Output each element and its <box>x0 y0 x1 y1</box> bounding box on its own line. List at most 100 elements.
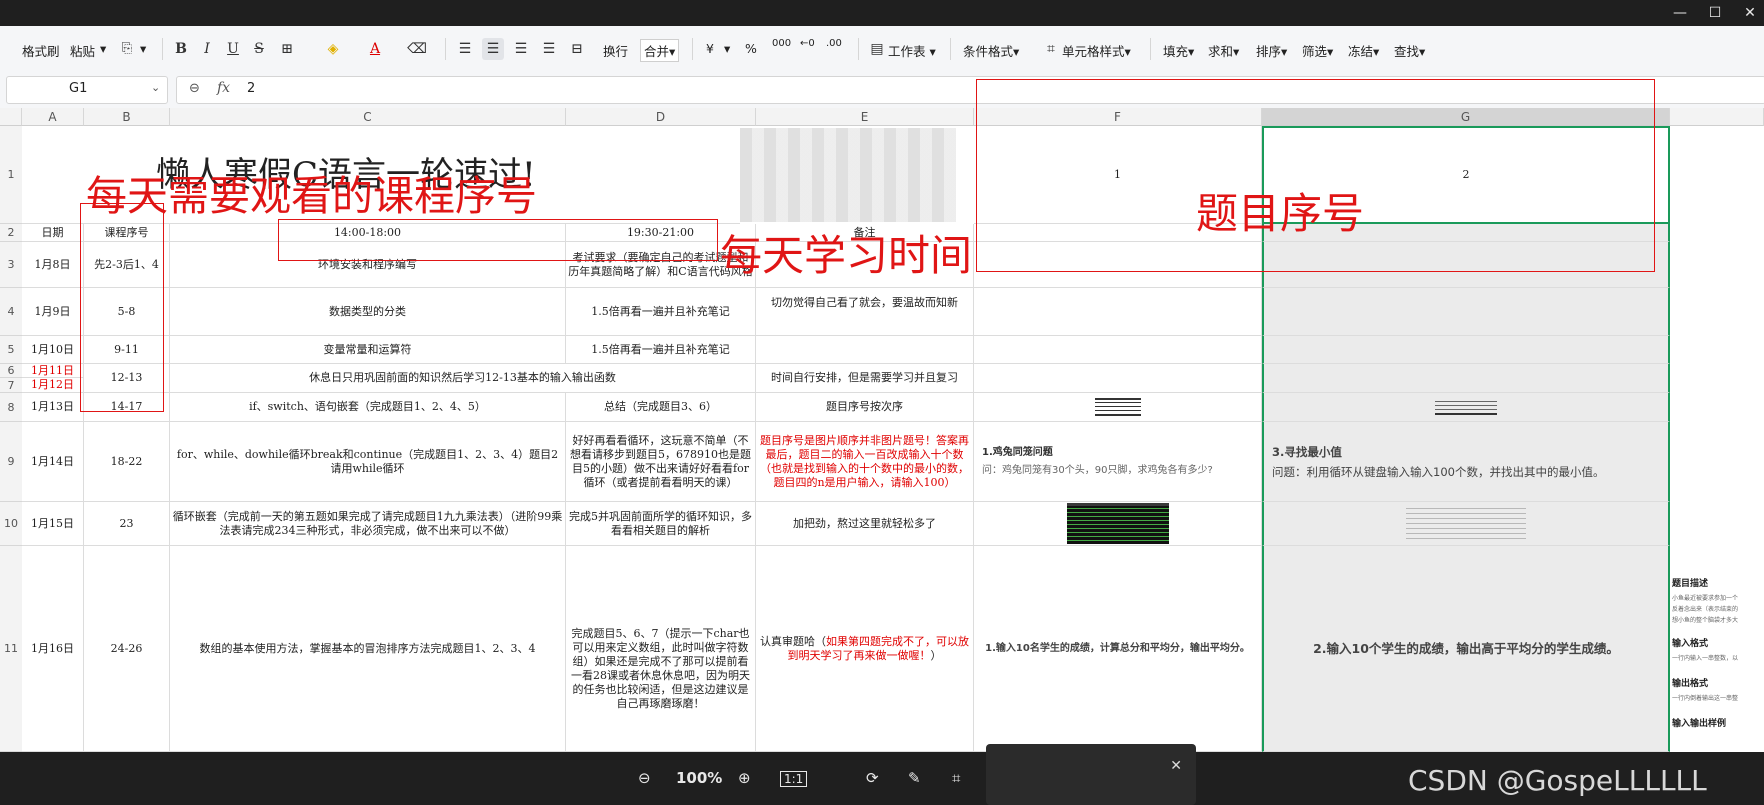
cell-e4[interactable]: 切勿觉得自己看了就会，要温故而知新 <box>756 288 974 336</box>
cell-g9[interactable]: 3.寻找最小值 问题：利用循环从键盘输入输入100个数，并找出其中的最小值。 <box>1262 422 1670 502</box>
actual-size-button[interactable]: 1:1 <box>780 771 808 787</box>
cell-g10[interactable] <box>1262 502 1670 546</box>
sort-button[interactable]: 排序▾ <box>1256 41 1287 60</box>
font-color-icon[interactable]: A <box>364 38 386 60</box>
cell-f11[interactable]: 1.输入10名学生的成绩，计算总分和平均分，输出平均分。 <box>974 546 1262 752</box>
row-header-10[interactable]: 10 <box>0 502 22 546</box>
cell-d4[interactable]: 1.5倍再看一遍并且补充笔记 <box>566 288 756 336</box>
cell-d10[interactable]: 完成5并巩固前面所学的循环知识，多看看相关题目的解析 <box>566 502 756 546</box>
cell-e8[interactable]: 题目序号按次序 <box>756 393 974 422</box>
column-header-a[interactable]: A <box>22 108 84 126</box>
freeze-button[interactable]: 冻结▾ <box>1348 41 1379 60</box>
cell-d8[interactable]: 总结（完成题目3、6） <box>566 393 756 422</box>
clipboard-dropdown-icon[interactable]: ▾ <box>140 41 146 56</box>
cell-e5[interactable] <box>756 336 974 364</box>
percent-button[interactable]: % <box>745 41 757 56</box>
decrease-decimal-icon[interactable]: .00 <box>826 38 842 49</box>
cell-g4[interactable] <box>1262 288 1670 336</box>
header-date[interactable]: 日期 <box>22 224 84 242</box>
distribute-icon[interactable]: ⊟ <box>566 38 588 60</box>
cell-a3[interactable]: 1月8日 <box>22 242 84 288</box>
cell-c4[interactable]: 数据类型的分类 <box>170 288 566 336</box>
merge-button[interactable]: 合并▾ <box>640 39 680 62</box>
cell-a9[interactable]: 1月14日 <box>22 422 84 502</box>
cell-b10[interactable]: 23 <box>84 502 170 546</box>
cell-e10[interactable]: 加把劲，熬过这里就轻松多了 <box>756 502 974 546</box>
paste-button[interactable]: 粘贴 <box>70 41 95 60</box>
row-header-3[interactable]: 3 <box>0 242 22 288</box>
chevron-down-icon[interactable]: ⌄ <box>151 81 160 94</box>
cell-e11[interactable]: 认真审题哈（如果第四题完成不了，可以放到明天学习了再来做一做喔！） <box>756 546 974 752</box>
zoom-out-icon[interactable]: ⊖ <box>638 769 651 787</box>
column-header-c[interactable]: C <box>170 108 566 126</box>
cell-g8[interactable] <box>1262 393 1670 422</box>
italic-button[interactable]: I <box>196 38 218 60</box>
find-button[interactable]: 查找▾ <box>1394 41 1425 60</box>
column-header-e[interactable]: E <box>756 108 974 126</box>
edit-icon[interactable]: ✎ <box>908 769 921 787</box>
column-header-d[interactable]: D <box>566 108 756 126</box>
zoom-lens-icon[interactable]: ⊖ <box>189 81 200 96</box>
cell-d5[interactable]: 1.5倍再看一遍并且补充笔记 <box>566 336 756 364</box>
cell-c9[interactable]: for、while、dowhile循环break和continue（完成题目1、… <box>170 422 566 502</box>
fx-icon[interactable]: fx <box>217 80 230 96</box>
underline-button[interactable]: U <box>222 38 244 60</box>
cell-f6[interactable] <box>974 364 1262 393</box>
cell-style-button[interactable]: 单元格样式▾ <box>1062 41 1131 60</box>
cell-a4[interactable]: 1月9日 <box>22 288 84 336</box>
align-center-icon[interactable]: ☰ <box>482 38 504 60</box>
row-header-6[interactable]: 6 <box>0 364 22 378</box>
align-right-icon[interactable]: ☰ <box>510 38 532 60</box>
eraser-icon[interactable]: ⌫ <box>406 38 428 60</box>
row-header-11[interactable]: 11 <box>0 546 22 752</box>
cell-a6[interactable]: 1月11日 <box>22 364 84 378</box>
wrap-text-button[interactable]: 换行 <box>603 41 628 60</box>
cell-g5[interactable] <box>1262 336 1670 364</box>
cell-f4[interactable] <box>974 288 1262 336</box>
row-header-8[interactable]: 8 <box>0 393 22 422</box>
cell-a10[interactable]: 1月15日 <box>22 502 84 546</box>
row-header-7[interactable]: 7 <box>0 378 22 393</box>
strikethrough-button[interactable]: S <box>248 38 270 60</box>
filter-button[interactable]: 筛选▾ <box>1302 41 1333 60</box>
name-box[interactable]: G1 ⌄ <box>6 76 168 104</box>
cell-c11[interactable]: 数组的基本使用方法，掌握基本的冒泡排序方法完成题目1、2、3、4 <box>170 546 566 752</box>
cell-c8[interactable]: if、switch、语句嵌套（完成题目1、2、4、5） <box>170 393 566 422</box>
row-header-5[interactable]: 5 <box>0 336 22 364</box>
close-icon[interactable]: ✕ <box>1735 4 1764 22</box>
fill-color-icon[interactable]: ◈ <box>322 38 344 60</box>
select-all-corner[interactable] <box>0 108 22 126</box>
cell-f10[interactable] <box>974 502 1262 546</box>
row-header-1[interactable]: 1 <box>0 126 22 224</box>
clipboard-icon[interactable]: ⎘ <box>116 38 138 60</box>
maximize-icon[interactable]: ☐ <box>1700 4 1730 22</box>
currency-dropdown-icon[interactable]: ▾ <box>724 41 730 56</box>
toast-close-icon[interactable]: ✕ <box>1170 758 1182 774</box>
cell-g11[interactable]: 2.输入10个学生的成绩，输出高于平均分的学生成绩。 <box>1262 546 1670 752</box>
cell-b11[interactable]: 24-26 <box>84 546 170 752</box>
sum-button[interactable]: 求和▾ <box>1208 41 1239 60</box>
cell-a7[interactable]: 1月12日 <box>22 378 84 393</box>
row-header-4[interactable]: 4 <box>0 288 22 336</box>
justify-icon[interactable]: ☰ <box>538 38 560 60</box>
rotate-icon[interactable]: ⟳ <box>866 769 879 787</box>
cell-d11[interactable]: 完成题目5、6、7（提示一下char也可以用来定义数组，此时叫做字符数组）如果还… <box>566 546 756 752</box>
row-header-2[interactable]: 2 <box>0 224 22 242</box>
cell-g6[interactable] <box>1262 364 1670 393</box>
worksheet-button[interactable]: 工作表 ▾ <box>888 41 936 60</box>
worksheet-icon[interactable]: ▤ <box>866 38 888 60</box>
column-header-b[interactable]: B <box>84 108 170 126</box>
cell-b9[interactable]: 18-22 <box>84 422 170 502</box>
column-header-h[interactable] <box>1670 108 1764 126</box>
cell-a11[interactable]: 1月16日 <box>22 546 84 752</box>
cell-d9[interactable]: 好好再看看循环，这玩意不简单（不想看请移步到题目5，678910也是题目5的小题… <box>566 422 756 502</box>
minimize-icon[interactable]: — <box>1665 4 1695 22</box>
border-icon[interactable]: ⊞ <box>276 38 298 60</box>
ocr-icon[interactable]: ⌗ <box>952 769 960 787</box>
cell-a8[interactable]: 1月13日 <box>22 393 84 422</box>
conditional-format-button[interactable]: 条件格式▾ <box>963 41 1019 60</box>
zoom-in-icon[interactable]: ⊕ <box>738 769 751 787</box>
currency-button[interactable]: ¥ <box>706 41 714 56</box>
cell-f8[interactable] <box>974 393 1262 422</box>
format-painter-button[interactable]: 格式刷 <box>22 41 60 60</box>
